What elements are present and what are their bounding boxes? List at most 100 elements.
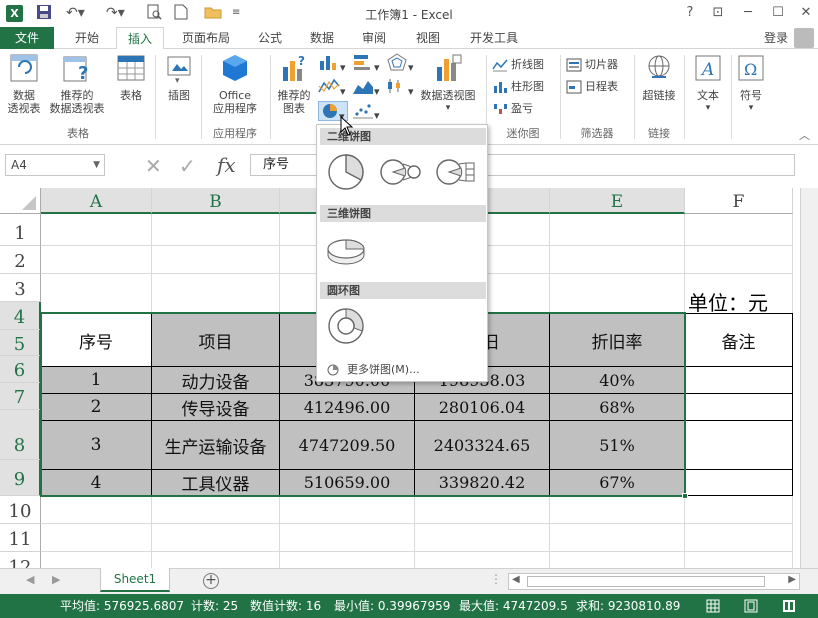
normal-view-icon[interactable] bbox=[706, 599, 720, 613]
scatter-chart-button[interactable]: ▾ bbox=[352, 101, 380, 122]
radar-chart-button[interactable]: ▾ bbox=[386, 53, 414, 74]
line-chart-button[interactable]: ▾ bbox=[318, 77, 346, 98]
table-cell[interactable]: 40% bbox=[550, 367, 684, 393]
table-cell[interactable]: 1 bbox=[41, 367, 151, 393]
table-cell[interactable]: 工具仪器 bbox=[152, 470, 279, 495]
enter-icon[interactable]: ✓ bbox=[179, 154, 196, 178]
insert-function-icon[interactable]: fx bbox=[217, 153, 236, 177]
vertical-scrollbar[interactable] bbox=[800, 188, 818, 568]
illustrations-button[interactable]: ▾ 插图 bbox=[160, 53, 198, 102]
table-cell[interactable]: 68% bbox=[550, 394, 684, 420]
table-cell[interactable]: 2403324.65 bbox=[415, 421, 549, 469]
pie-3d-icon[interactable] bbox=[325, 229, 367, 271]
add-sheet-button[interactable]: + bbox=[203, 573, 219, 589]
hyperlink-button[interactable]: 超链接 bbox=[638, 53, 680, 102]
pivot-chart-button[interactable]: 数据透视图 ▾ bbox=[416, 53, 480, 115]
column-header-a[interactable]: A bbox=[41, 188, 152, 214]
recommended-pivot-button[interactable]: ? 推荐的 数据透视表 bbox=[46, 53, 108, 115]
table-cell[interactable]: 51% bbox=[550, 421, 684, 469]
slicer-button[interactable]: 切片器 bbox=[566, 55, 618, 75]
table-cell[interactable]: 510659.00 bbox=[280, 470, 414, 495]
sparkline-line-button[interactable]: 折线图 bbox=[492, 55, 544, 75]
timeline-button[interactable]: 日程表 bbox=[566, 77, 618, 97]
ribbon-display-button[interactable]: ⊡ bbox=[708, 4, 728, 22]
scroll-left-arrow-icon[interactable]: ◀ bbox=[512, 574, 520, 585]
tab-data[interactable]: 数据 bbox=[300, 27, 344, 49]
help-button[interactable]: ? bbox=[680, 4, 700, 22]
pivot-table-button[interactable]: 数据 透视表 bbox=[4, 53, 44, 115]
pie-2d-icon[interactable] bbox=[325, 151, 367, 193]
tab-formulas[interactable]: 公式 bbox=[248, 27, 292, 49]
avatar[interactable] bbox=[794, 28, 814, 48]
text-button[interactable]: A 文本 ▾ bbox=[688, 53, 728, 115]
table-cell[interactable]: 动力设备 bbox=[152, 367, 279, 393]
table-cell[interactable]: 2 bbox=[41, 394, 151, 420]
sheet-tab-sheet1[interactable]: Sheet1 bbox=[100, 568, 170, 592]
table-cell[interactable]: 67% bbox=[550, 470, 684, 495]
bar-of-pie-icon[interactable] bbox=[435, 151, 477, 193]
office-apps-button[interactable]: Office 应用程序 bbox=[206, 53, 264, 115]
table-cell[interactable]: 339820.42 bbox=[415, 470, 549, 495]
fill-handle[interactable] bbox=[682, 493, 688, 499]
column-header-e[interactable]: E bbox=[550, 188, 685, 214]
header-cell-item[interactable]: 项目 bbox=[152, 314, 279, 366]
maximize-button[interactable]: ☐ bbox=[768, 4, 788, 22]
table-cell[interactable]: 生产运输设备 bbox=[152, 421, 279, 469]
cancel-icon[interactable]: ✕ bbox=[145, 154, 162, 178]
row-header-2[interactable]: 2 bbox=[0, 246, 41, 274]
name-box[interactable]: A4 ▼ bbox=[5, 154, 105, 176]
row-header-11[interactable]: 11 bbox=[0, 524, 41, 552]
scroll-right-arrow-icon[interactable]: ▶ bbox=[788, 574, 796, 585]
select-all-corner[interactable] bbox=[0, 188, 41, 214]
minimize-button[interactable]: ─ bbox=[738, 4, 758, 22]
header-cell-seq[interactable]: 序号 bbox=[41, 314, 151, 366]
tab-insert[interactable]: 插入 bbox=[116, 27, 164, 50]
table-cell[interactable]: 412496.00 bbox=[280, 394, 414, 420]
pie-of-pie-icon[interactable] bbox=[379, 151, 421, 193]
sparkline-column-button[interactable]: 柱形图 bbox=[492, 77, 544, 97]
page-break-view-icon[interactable] bbox=[782, 599, 796, 613]
table-cell[interactable] bbox=[685, 394, 792, 420]
table-button[interactable]: 表格 bbox=[112, 53, 150, 102]
table-cell[interactable]: 4747209.50 bbox=[280, 421, 414, 469]
table-cell[interactable] bbox=[685, 421, 792, 469]
row-header-9[interactable]: 9 bbox=[0, 460, 41, 496]
more-pie-charts-item[interactable]: 更多饼图(M)... bbox=[327, 363, 420, 377]
row-header-6[interactable]: 6 bbox=[0, 356, 41, 383]
sparkline-winloss-button[interactable]: 盈亏 bbox=[492, 99, 533, 119]
row-header-1[interactable]: 1 bbox=[0, 214, 41, 246]
page-layout-view-icon[interactable] bbox=[744, 599, 758, 613]
table-cell[interactable]: 4 bbox=[41, 470, 151, 495]
row-header-10[interactable]: 10 bbox=[0, 496, 41, 524]
doughnut-icon[interactable] bbox=[325, 305, 367, 347]
recommended-charts-button[interactable]: ? 推荐的 图表 bbox=[274, 53, 314, 115]
column-header-f[interactable]: F bbox=[685, 188, 793, 214]
header-cell-remarks[interactable]: 备注 bbox=[685, 314, 792, 366]
table-cell[interactable] bbox=[685, 367, 792, 393]
horizontal-scrollbar[interactable]: ◀ ▶ bbox=[508, 573, 800, 590]
row-header-8[interactable]: 8 bbox=[0, 410, 41, 460]
column-chart-button[interactable]: ▾ bbox=[318, 53, 346, 74]
tab-splitter-icon[interactable]: ⋮ bbox=[490, 572, 502, 586]
stock-chart-button[interactable]: ▾ bbox=[386, 77, 414, 98]
tab-file[interactable]: 文件 bbox=[0, 27, 54, 49]
tab-developer[interactable]: 开发工具 bbox=[460, 27, 528, 49]
row-header-12[interactable]: 12 bbox=[0, 552, 41, 568]
tab-view[interactable]: 视图 bbox=[406, 27, 450, 49]
scroll-right-icon[interactable]: ▶ bbox=[52, 573, 60, 586]
table-cell[interactable]: 280106.04 bbox=[415, 394, 549, 420]
tab-review[interactable]: 审阅 bbox=[352, 27, 396, 49]
close-button[interactable]: ✕ bbox=[796, 4, 816, 22]
bar-chart-button[interactable]: ▾ bbox=[352, 53, 380, 74]
column-header-b[interactable]: B bbox=[152, 188, 280, 214]
symbol-button[interactable]: Ω 符号 ▾ bbox=[734, 53, 768, 115]
row-header-4[interactable]: 4 bbox=[0, 302, 41, 330]
table-cell[interactable]: 传导设备 bbox=[152, 394, 279, 420]
row-header-3[interactable]: 3 bbox=[0, 274, 41, 302]
area-chart-button[interactable]: ▾ bbox=[352, 77, 380, 98]
row-header-5[interactable]: 5 bbox=[0, 330, 41, 356]
header-cell-depreciation-rate[interactable]: 折旧率 bbox=[550, 314, 684, 366]
scrollbar-thumb[interactable] bbox=[527, 576, 765, 587]
tab-home[interactable]: 开始 bbox=[64, 27, 110, 49]
login-link[interactable]: 登录 bbox=[764, 27, 788, 49]
